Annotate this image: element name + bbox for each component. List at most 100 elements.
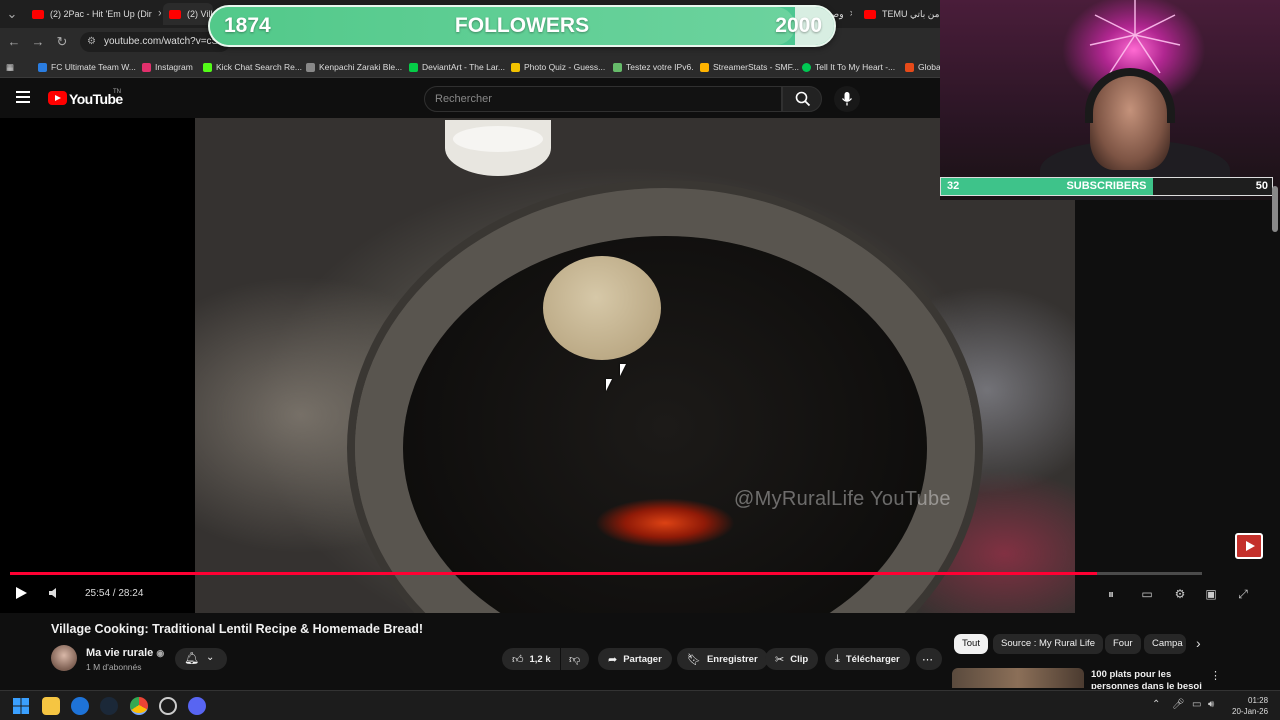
video-title: Village Cooking: Traditional Lentil Reci… — [51, 622, 424, 636]
youtube-favicon-icon — [169, 9, 181, 19]
clip-button[interactable]: ✂ Clip — [765, 648, 819, 670]
back-icon[interactable]: ← — [6, 34, 22, 50]
browser-tab-1[interactable]: (2) 2Pac - Hit 'Em Up (Dir × — [26, 3, 161, 25]
share-button[interactable]: ➦ Partager — [598, 648, 672, 670]
bookmark-label: Photo Quiz - Guess... — [524, 62, 606, 72]
followers-goal-label: FOLLOWERS — [454, 14, 590, 37]
embers-image — [595, 498, 735, 548]
reload-icon[interactable]: ↻ — [54, 34, 70, 50]
volume-icon[interactable] — [48, 587, 60, 599]
url-field[interactable]: ⚙ youtube.com/watch?v=cSu — [80, 32, 230, 52]
bookmark-label: Tell It To My Heart -... — [815, 62, 896, 72]
chrome-icon[interactable] — [130, 697, 148, 715]
bookmark-2[interactable]: Instagram — [142, 60, 193, 74]
save-button[interactable]: 🔖︎ Enregistrer — [677, 648, 768, 670]
chip-four[interactable]: Four — [1105, 634, 1141, 654]
bookmark-label: Kick Chat Search Re... — [216, 62, 302, 72]
download-button[interactable]: ⤓ Télécharger — [825, 648, 910, 670]
more-actions-button[interactable]: ⋯ — [916, 648, 942, 670]
youtube-logo-icon[interactable] — [48, 91, 67, 105]
tab-search-icon[interactable]: ⌄ — [4, 6, 20, 22]
dislike-button[interactable]: 👎︎ — [561, 648, 589, 670]
like-button[interactable]: 👍︎ 1,2 k — [502, 648, 560, 670]
obs-icon[interactable] — [159, 697, 177, 715]
bookmark-label: DeviantArt - The Lar... — [422, 62, 505, 72]
search-icon — [795, 91, 811, 107]
scissors-icon: ✂ — [775, 653, 785, 666]
play-icon[interactable] — [16, 587, 27, 599]
recommendation-title[interactable]: 100 plats pour les personnes dans le bes… — [1091, 669, 1206, 689]
clock-date: 20-Jan-26 — [1232, 707, 1269, 716]
settings-gear-icon[interactable]: ⚙ — [1172, 586, 1188, 602]
bookmark-5[interactable]: DeviantArt - The Lar... — [409, 60, 505, 74]
chevron-up-icon[interactable]: ⌃ — [1152, 699, 1160, 710]
deviantart-icon — [409, 62, 418, 72]
bookmark-8[interactable]: StreamerStats - SMF... — [700, 60, 799, 74]
bookmark-6[interactable]: Photo Quiz - Guess... — [511, 60, 605, 74]
bookmark-4[interactable]: Kenpachi Zaraki Ble... — [306, 60, 402, 74]
channel-avatar[interactable] — [51, 645, 77, 671]
followers-goal-bar: FOLLOWERS 1874 2000 — [208, 5, 836, 47]
chip-campa[interactable]: Campa — [1144, 634, 1186, 654]
mouse-cursor-icon — [620, 364, 632, 376]
share-icon: ➦ — [608, 653, 618, 666]
bookmark-1[interactable]: FC Ultimate Team W... — [38, 60, 136, 74]
bookmark-3[interactable]: Kick Chat Search Re... — [203, 60, 302, 74]
chip-all[interactable]: Tout — [954, 634, 988, 654]
bookmark-9[interactable]: Tell It To My Heart -... — [802, 60, 895, 74]
bookmark-label: Kenpachi Zaraki Ble... — [319, 62, 403, 72]
recommendation-thumbnail[interactable] — [952, 668, 1084, 688]
notifications-button[interactable]: 🔔︎ ⌄ — [175, 648, 227, 670]
page-scrollbar[interactable] — [1272, 186, 1278, 232]
fullscreen-icon[interactable]: ⤢ — [1235, 586, 1251, 602]
tab-label: TEMU من باتي — [882, 8, 940, 19]
bookmark-7[interactable]: Testez votre IPv6. — [613, 60, 694, 74]
apps-grid-icon[interactable]: ▦ — [6, 60, 14, 74]
theater-mode-icon[interactable]: ▣ — [1203, 586, 1219, 602]
channel-name[interactable]: Ma vie rurale ◉ — [86, 647, 164, 659]
search-button[interactable] — [782, 86, 822, 112]
more-vertical-icon[interactable]: ⋮ — [1210, 669, 1221, 682]
subscriber-count: 1 M d'abonnés — [86, 662, 142, 672]
hamburger-menu-icon[interactable] — [16, 91, 30, 103]
autoplay-toggle-icon[interactable]: ⏸ — [1103, 586, 1119, 602]
followers-current: 1874 — [224, 14, 271, 37]
video-progress-bar[interactable] — [10, 572, 1202, 575]
youtube-subscribe-badge-icon[interactable] — [1235, 533, 1263, 559]
save-label: Enregistrer — [706, 653, 758, 665]
search-input[interactable]: Rechercher — [424, 86, 782, 112]
bookmark-label: StreamerStats - SMF... — [713, 62, 799, 72]
kick-icon — [203, 62, 212, 72]
mouse-cursor-icon — [606, 379, 618, 391]
volume-tray-icon[interactable]: 🔊︎ — [1208, 699, 1214, 710]
youtube-favicon-icon — [864, 9, 876, 19]
browser-tab-2[interactable]: (2) Villa — [163, 3, 213, 25]
bookmark-10[interactable]: Globa — [905, 60, 941, 74]
browser-tab-4[interactable]: TEMU من باتي — [858, 3, 940, 25]
flatbread-image — [543, 256, 661, 360]
bookmark-icon — [905, 62, 914, 72]
outlook-icon[interactable] — [71, 697, 89, 715]
forward-icon[interactable]: → — [30, 34, 46, 50]
subtitles-icon[interactable]: ▭ — [1139, 586, 1155, 602]
windows-start-icon[interactable] — [12, 697, 30, 715]
more-horizontal-icon: ⋯ — [922, 653, 933, 666]
clock[interactable]: 01:28 20-Jan-26 — [1232, 695, 1268, 717]
bookmark-label: Globa — [918, 62, 941, 72]
voice-search-button[interactable] — [834, 86, 860, 112]
site-info-icon[interactable]: ⚙ — [87, 32, 96, 52]
close-tab-icon[interactable]: × — [158, 8, 161, 20]
display-icon[interactable]: ▭ — [1192, 699, 1201, 710]
microphone-tray-icon[interactable]: 🎤︎ — [1172, 699, 1185, 710]
bookmark-icon: 🔖︎ — [687, 653, 701, 666]
bookmark-icon — [306, 62, 315, 72]
subscribers-target: 50 — [1255, 180, 1268, 192]
followers-target: 2000 — [775, 14, 822, 37]
chip-source[interactable]: Source : My Rural Life — [993, 634, 1103, 654]
chevron-right-icon[interactable]: › — [1196, 635, 1201, 651]
discord-icon[interactable] — [188, 697, 206, 715]
video-player[interactable]: @MyRuralLife YouTube — [0, 118, 1075, 613]
close-tab-icon[interactable]: × — [850, 8, 852, 20]
steam-icon[interactable] — [100, 697, 118, 715]
file-explorer-icon[interactable] — [42, 697, 60, 715]
